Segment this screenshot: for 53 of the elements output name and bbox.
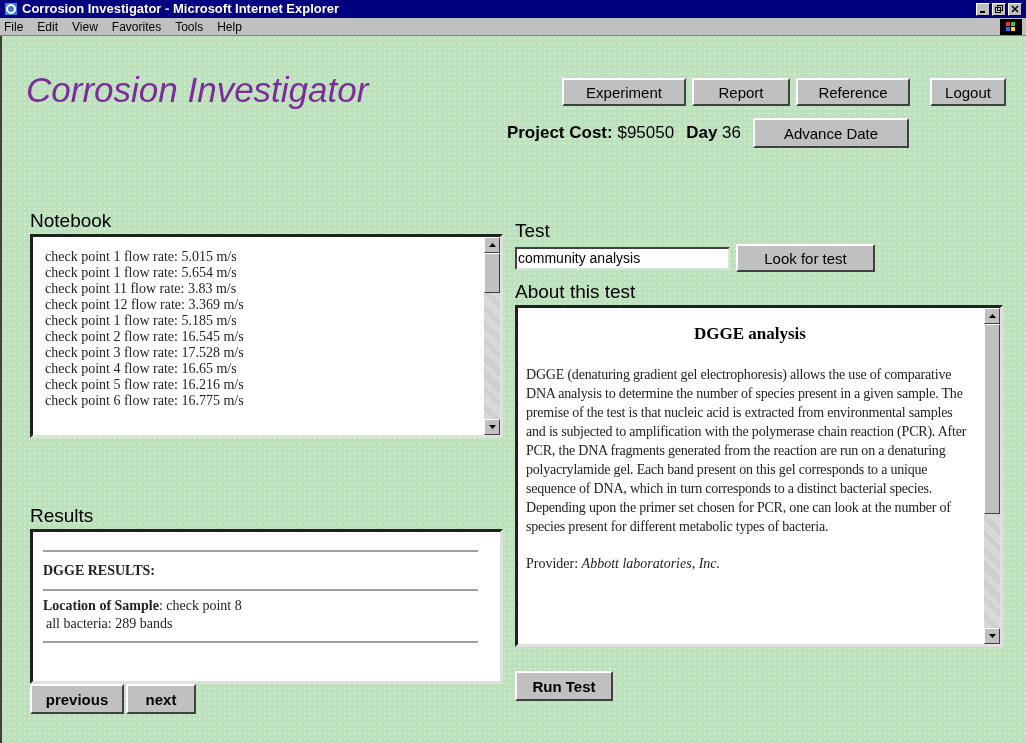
notebook-entry: check point 2 flow rate: 16.545 m/s (45, 329, 245, 345)
app-title: Corrosion Investigator (26, 72, 371, 107)
notebook-entry: check point 1 flow rate: 5.015 m/s (45, 249, 238, 265)
close-icon[interactable] (1008, 2, 1022, 16)
about-title: DGGE analysis (693, 323, 807, 345)
run-test-button[interactable]: Run Test (515, 671, 613, 701)
provider-text: Provider: Abbott laboratories, Inc. (526, 555, 722, 573)
browser-icon (4, 2, 18, 16)
about-description: DGGE (denaturing gradient gel electrophoresis) allows the use of comparative DNA analysis to determine the number of species present in a given sample. The premise of the test is that nucleic acid is extracted from environmental samples and is subjected to amplification with the polymerase chain reaction (PCR). After PCR, the DNA fragments generated from the reaction are run on a denaturing polyacrylamide gel. Each band present on this gel corresponds to a unique sequence of DNA, which in turn corresponds to a distinct bacterial species. Depending upon the primer set chosen for PCR, one can look at the number of species present for different metabolic types of bacteria. (526, 366, 968, 536)
next-button[interactable]: next (126, 684, 196, 714)
menu-item[interactable]: Help (217, 17, 242, 36)
menu-item[interactable]: Favorites (111, 17, 162, 36)
menu-item[interactable]: View (72, 17, 98, 36)
about-heading: About this test (515, 280, 637, 304)
notebook-heading: Notebook (30, 209, 113, 233)
test-heading: Test (515, 219, 551, 243)
scroll-thumb[interactable] (984, 324, 1000, 514)
window-title: Corrosion Investigator - Microsoft Internet Explorer (22, 0, 341, 19)
scroll-thumb[interactable] (484, 253, 500, 293)
scrollbar[interactable] (984, 308, 1000, 644)
nav-button[interactable]: Report (692, 78, 790, 106)
advance-date-button[interactable]: Advance Date (753, 118, 909, 148)
results-heading: Results (30, 506, 95, 528)
scroll-up-icon[interactable] (984, 308, 1000, 324)
scroll-down-icon[interactable] (484, 419, 500, 435)
previous-button[interactable]: previous (30, 684, 124, 714)
notebook-entry: check point 4 flow rate: 16.65 m/s (45, 361, 238, 377)
notebook-entry: check point 1 flow rate: 5.185 m/s (45, 313, 238, 329)
scroll-up-icon[interactable] (484, 237, 500, 253)
notebook-entry: check point 6 flow rate: 16.775 m/s (45, 393, 245, 409)
notebook-entry: check point 1 flow rate: 5.654 m/s (45, 265, 238, 281)
scroll-down-icon[interactable] (984, 628, 1000, 644)
notebook-entry: check point 3 flow rate: 17.528 m/s (45, 345, 245, 361)
notebook-entry: check point 12 flow rate: 3.369 m/s (45, 297, 245, 313)
nav-button[interactable]: Reference (796, 78, 910, 106)
menu-item[interactable]: Edit (37, 17, 59, 36)
day-counter: Day 36 (686, 122, 741, 145)
notebook-entry: check point 11 flow rate: 3.83 m/s (45, 281, 238, 297)
minimize-icon[interactable] (976, 2, 990, 16)
nav-button[interactable]: Logout (930, 78, 1006, 106)
test-search-field[interactable]: community analysis (515, 246, 730, 270)
menu-item[interactable]: Tools (175, 17, 204, 36)
notebook-entry: check point 5 flow rate: 16.216 m/s (45, 377, 245, 393)
windows-logo-icon (1000, 18, 1022, 35)
menu-item[interactable]: File (4, 17, 24, 36)
result-line: all bacteria: 289 bands (45, 615, 174, 633)
project-cost: Project Cost: $95050 (506, 122, 675, 145)
restore-icon[interactable] (992, 2, 1006, 16)
result-line: Location of Sample: check point 8 (43, 597, 243, 615)
scrollbar[interactable] (484, 237, 500, 435)
results-title: DGGE RESULTS: (43, 562, 156, 580)
look-for-test-button[interactable]: Look for test (736, 244, 875, 272)
nav-button[interactable]: Experiment (562, 78, 686, 106)
